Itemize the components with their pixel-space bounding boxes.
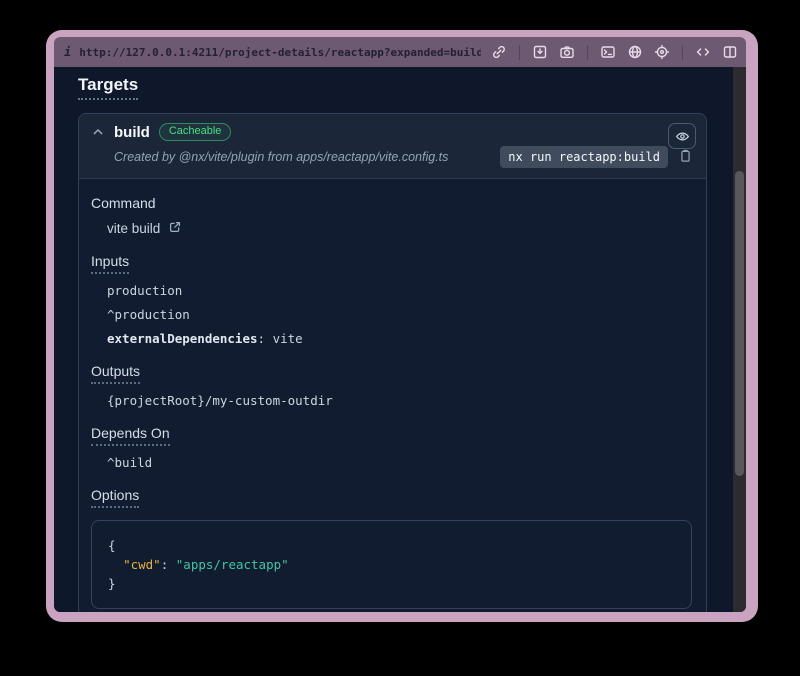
target-name: build [114, 124, 150, 141]
section-depends-on: Depends On ^build [91, 425, 692, 470]
section-options: Options { "cwd": "apps/reactapp" } [91, 487, 692, 609]
save-icon[interactable] [530, 42, 550, 62]
input-item: externalDependencies: vite [91, 331, 692, 346]
json-open-brace: { [108, 538, 116, 553]
target-card-build: build Cacheable Created by @nx/vite/plug… [78, 113, 707, 612]
target-icon[interactable] [652, 42, 672, 62]
globe-icon[interactable] [625, 42, 645, 62]
section-outputs: Outputs {projectRoot}/my-custom-outdir [91, 363, 692, 408]
url-bar[interactable]: http://127.0.0.1:4211/project-details/re… [79, 46, 481, 59]
code-icon[interactable] [693, 42, 713, 62]
scrollbar-thumb[interactable] [735, 171, 744, 476]
json-colon: : [161, 557, 176, 572]
depends-on-item: ^build [91, 455, 692, 470]
page-content: Targets build Cacheable [54, 67, 746, 612]
json-string-value: "apps/reactapp" [176, 557, 289, 572]
input-item: ^production [91, 307, 692, 322]
toolbar-separator [682, 45, 683, 60]
json-close-brace: } [108, 576, 116, 591]
page-title-text: Targets [78, 75, 138, 100]
build-header-subrow: Created by @nx/vite/plugin from apps/rea… [79, 144, 706, 178]
depends-on-heading: Depends On [91, 425, 170, 446]
copy-icon[interactable] [676, 148, 694, 166]
options-heading: Options [91, 487, 139, 508]
section-command: Command vite build [91, 195, 692, 236]
page-title: Targets [78, 69, 707, 100]
browser-toolbar: i http://127.0.0.1:4211/project-details/… [54, 37, 746, 67]
input-item: production [91, 283, 692, 298]
toolbar-actions [489, 42, 740, 62]
browser-preview-window: i http://127.0.0.1:4211/project-details/… [46, 30, 758, 622]
section-inputs: Inputs production ^production externalDe… [91, 253, 692, 346]
chevron-up-icon[interactable] [91, 125, 105, 139]
command-heading: Command [91, 195, 156, 211]
desktop-background: i http://127.0.0.1:4211/project-details/… [0, 0, 800, 676]
terminal-icon[interactable] [598, 42, 618, 62]
outputs-heading: Outputs [91, 363, 140, 384]
inputs-heading: Inputs [91, 253, 129, 274]
info-icon: i [64, 45, 71, 59]
options-code-block: { "cwd": "apps/reactapp" } [91, 520, 692, 609]
command-value: vite build [107, 221, 160, 236]
created-by-note: Created by @nx/vite/plugin from apps/rea… [114, 150, 492, 164]
json-key: "cwd" [123, 557, 161, 572]
scrollbar-track[interactable] [733, 67, 746, 612]
output-item: {projectRoot}/my-custom-outdir [91, 393, 692, 408]
command-value-row: vite build [91, 220, 692, 236]
build-card-body: Command vite build Inputs [79, 179, 706, 612]
build-header-row[interactable]: build Cacheable [79, 114, 706, 144]
external-link-icon[interactable] [167, 220, 183, 236]
toolbar-separator [587, 45, 588, 60]
cacheable-badge: Cacheable [159, 123, 232, 141]
link-icon[interactable] [489, 42, 509, 62]
split-view-icon[interactable] [720, 42, 740, 62]
camera-icon[interactable] [557, 42, 577, 62]
build-card-header: build Cacheable Created by @nx/vite/plug… [79, 114, 706, 179]
input-item-value: : vite [258, 331, 303, 346]
input-item-key: externalDependencies [107, 331, 258, 346]
run-command-chip: nx run reactapp:build [500, 146, 668, 168]
json-indent [108, 557, 123, 572]
eye-button[interactable] [668, 123, 696, 149]
toolbar-separator [519, 45, 520, 60]
